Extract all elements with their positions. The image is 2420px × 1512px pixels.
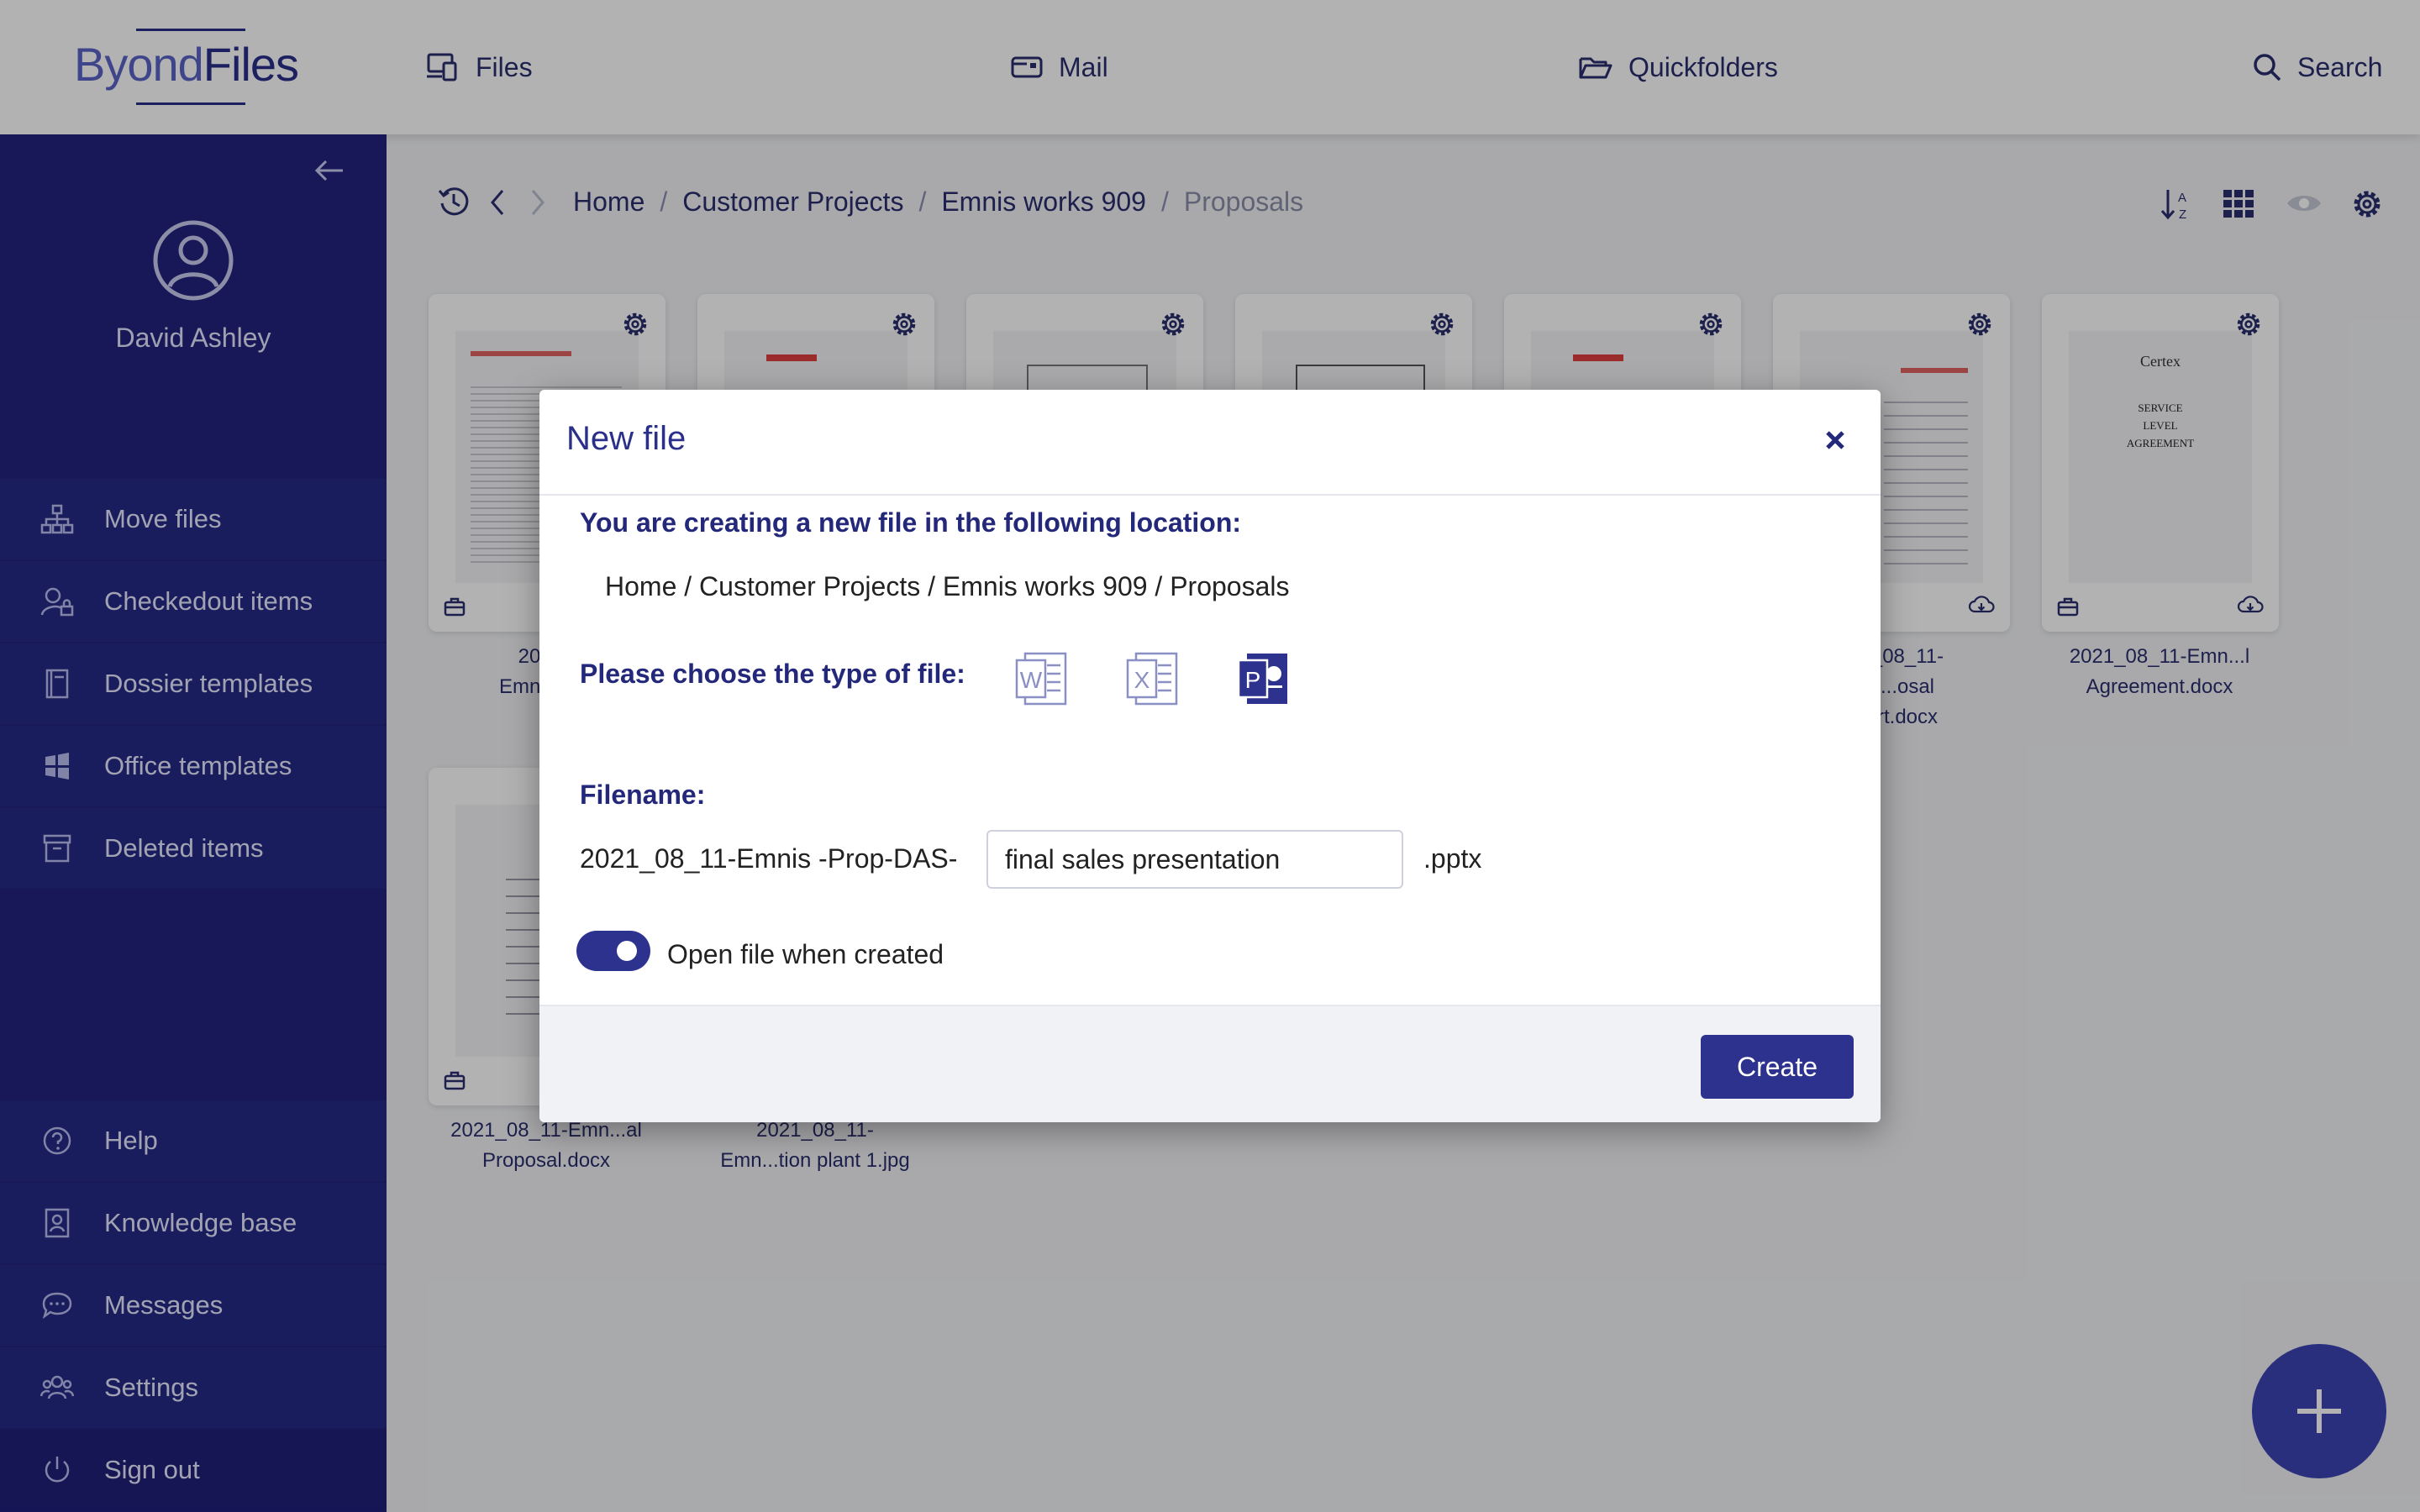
powerpoint-icon[interactable]: P — [1235, 648, 1292, 709]
location-label: You are creating a new file in the follo… — [580, 507, 1242, 538]
close-icon[interactable] — [1818, 423, 1852, 457]
filename-input[interactable] — [986, 830, 1403, 889]
dialog-footer: Create — [539, 1005, 1881, 1122]
open-file-toggle-label: Open file when created — [667, 939, 944, 969]
open-file-toggle[interactable] — [576, 931, 650, 971]
svg-text:W: W — [1020, 667, 1043, 693]
file-type-label: Please choose the type of file: — [580, 659, 965, 689]
excel-icon[interactable]: X — [1124, 648, 1181, 709]
toggle-knob — [617, 941, 637, 961]
svg-text:X: X — [1134, 667, 1150, 693]
dialog-header: New file — [539, 390, 1881, 496]
svg-text:P: P — [1245, 667, 1261, 693]
filename-label: Filename: — [580, 780, 706, 810]
location-path: Home / Customer Projects / Emnis works 9… — [605, 571, 1290, 601]
filename-prefix: 2021_08_11-Emnis -Prop-DAS- — [580, 843, 958, 874]
word-icon[interactable]: W — [1013, 648, 1071, 709]
dialog-title: New file — [566, 420, 687, 457]
new-file-dialog: New file You are creating a new file in … — [539, 390, 1881, 1122]
create-button[interactable]: Create — [1701, 1035, 1854, 1099]
file-extension: .pptx — [1423, 843, 1482, 874]
